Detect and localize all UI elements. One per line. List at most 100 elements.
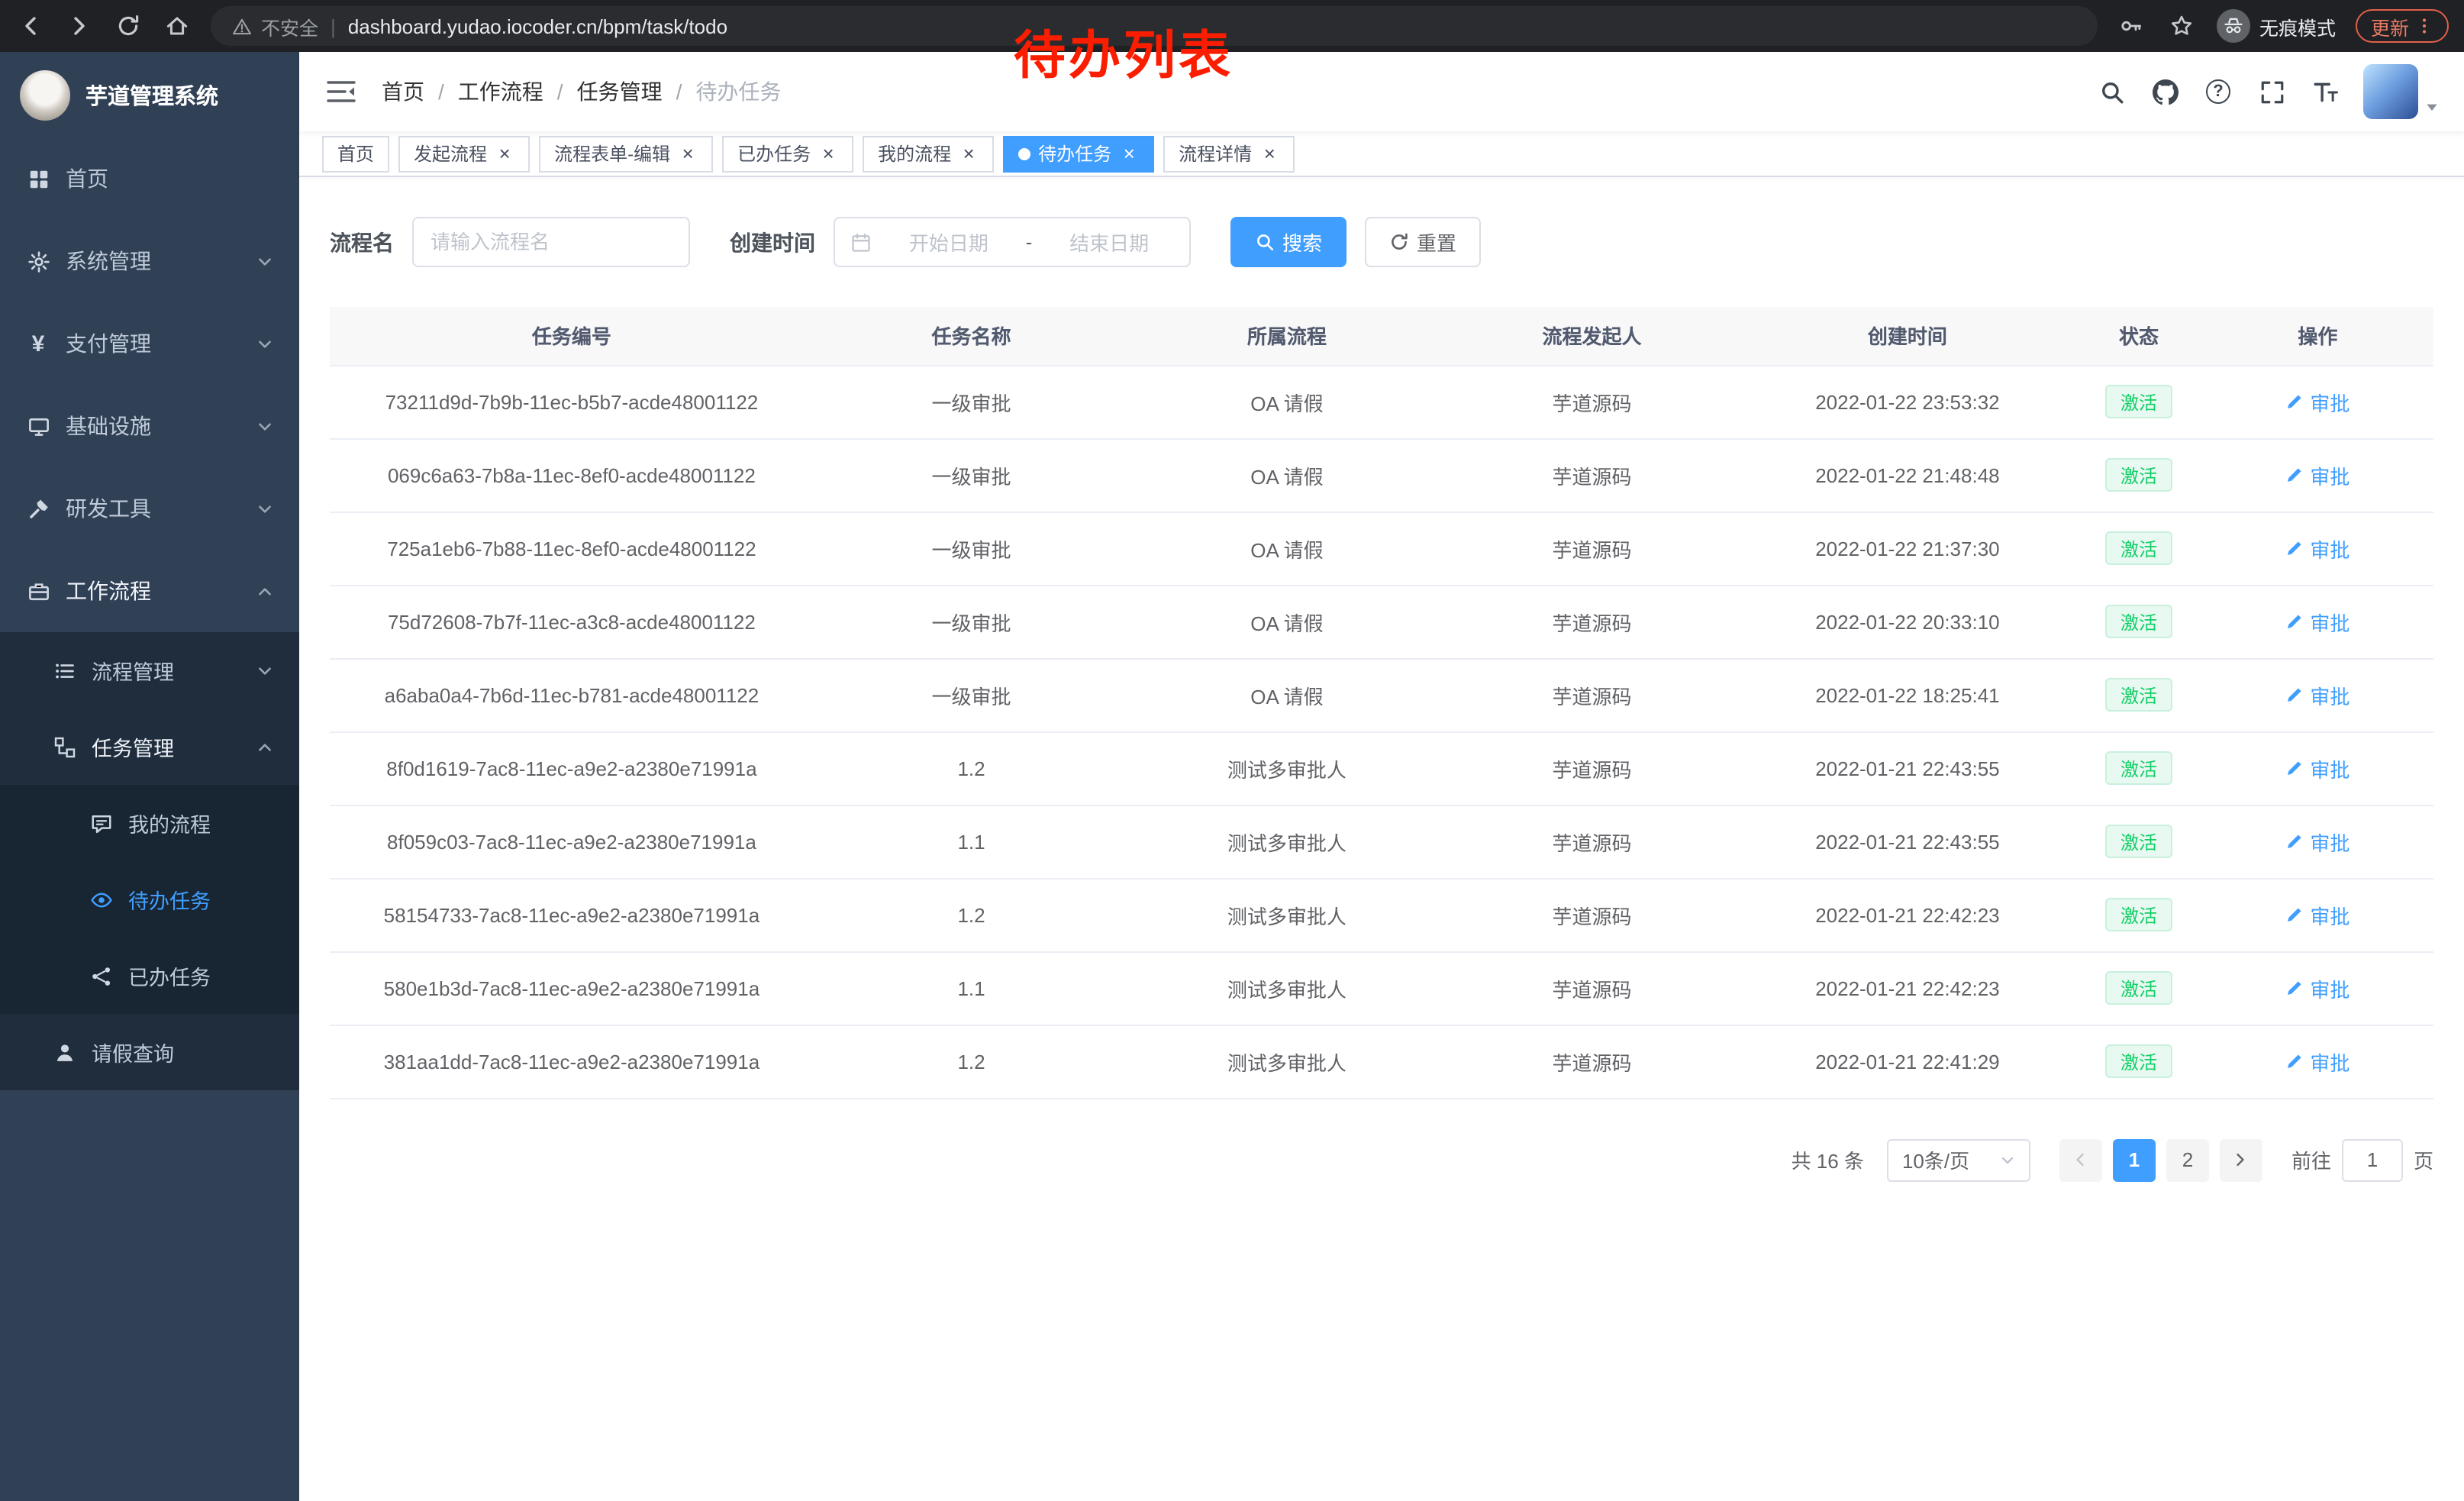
search-icon[interactable]	[2096, 76, 2127, 107]
reset-button[interactable]: 重置	[1365, 217, 1481, 267]
password-key-icon[interactable]	[2116, 11, 2146, 41]
sidebar-collapse-button[interactable]	[324, 75, 357, 108]
sidebar-item-home[interactable]: 首页	[0, 137, 299, 220]
cell-task-id: 725a1eb6-7b88-11ec-8ef0-acde48001122	[330, 512, 814, 585]
sidebar-item-workflow[interactable]: 工作流程	[0, 550, 299, 632]
sidebar-item-devtools[interactable]: 研发工具	[0, 467, 299, 550]
sidebar-item-label: 首页	[66, 163, 108, 194]
sidebar-item-label: 任务管理	[92, 731, 174, 762]
cell-status: 激活	[2075, 1025, 2201, 1098]
fullscreen-icon[interactable]	[2256, 76, 2287, 107]
approve-link[interactable]: 审批	[2285, 607, 2350, 636]
github-icon[interactable]	[2150, 76, 2180, 107]
tab-close-icon[interactable]: ×	[818, 144, 838, 163]
tab-label: 流程详情	[1179, 140, 1252, 166]
goto-page-input[interactable]	[2342, 1138, 2403, 1181]
sidebar-item-label: 支付管理	[66, 328, 151, 359]
cell-task-name: 一级审批	[814, 438, 1129, 512]
prev-page-button[interactable]	[2059, 1138, 2102, 1181]
total-count-label: 共 16 条	[1792, 1145, 1864, 1174]
page-size-select[interactable]: 10条/页	[1887, 1138, 2030, 1181]
tab-close-icon[interactable]: ×	[1259, 144, 1279, 163]
date-range-picker[interactable]: 开始日期 - 结束日期	[834, 217, 1191, 267]
tab-done-task[interactable]: 已办任务 ×	[722, 135, 853, 172]
approve-link[interactable]: 审批	[2285, 754, 2350, 783]
not-secure-indicator[interactable]: 不安全	[232, 11, 318, 40]
bookmark-star-icon[interactable]	[2166, 11, 2197, 41]
browser-home-button[interactable]	[162, 11, 192, 41]
cell-status: 激活	[2075, 951, 2201, 1025]
todo-task-table: 任务编号 任务名称 所属流程 流程发起人 创建时间 状态 操作 73211d9d…	[330, 307, 2433, 1099]
approve-link[interactable]: 审批	[2285, 680, 2350, 709]
approve-link[interactable]: 审批	[2285, 973, 2350, 1002]
cell-status: 激活	[2075, 512, 2201, 585]
cell-process: 测试多审批人	[1129, 951, 1444, 1025]
sidebar-item-infra[interactable]: 基础设施	[0, 385, 299, 467]
browser-forward-button[interactable]	[64, 11, 95, 41]
tab-todo-task[interactable]: 待办任务 ×	[1003, 135, 1154, 172]
cell-starter: 芋道源码	[1445, 658, 1740, 731]
table-row: 8f0d1619-7ac8-11ec-a9e2-a2380e71991a 1.2…	[330, 731, 2433, 805]
cell-create-time: 2022-01-21 22:42:23	[1739, 878, 2075, 951]
process-name-input[interactable]	[412, 217, 690, 267]
sidebar-item-done-task[interactable]: 已办任务	[0, 938, 299, 1014]
sidebar-item-label: 流程管理	[92, 655, 174, 686]
cell-process: OA 请假	[1129, 365, 1444, 438]
approve-link[interactable]: 审批	[2285, 1047, 2350, 1076]
page-button-2[interactable]: 2	[2166, 1138, 2209, 1181]
app-logo-row[interactable]: 芋道管理系统	[0, 52, 299, 137]
font-size-icon[interactable]	[2310, 76, 2340, 107]
browser-reload-button[interactable]	[113, 11, 144, 41]
tab-my-process[interactable]: 我的流程 ×	[863, 135, 994, 172]
cell-task-id: 580e1b3d-7ac8-11ec-a9e2-a2380e71991a	[330, 951, 814, 1025]
browser-back-button[interactable]	[15, 11, 46, 41]
sidebar-item-payment[interactable]: ¥ 支付管理	[0, 302, 299, 385]
calendar-icon	[850, 231, 872, 253]
search-button[interactable]: 搜索	[1230, 217, 1346, 267]
user-menu[interactable]	[2363, 64, 2440, 119]
sidebar-item-system[interactable]: 系统管理	[0, 220, 299, 302]
tab-close-icon[interactable]: ×	[1119, 144, 1139, 163]
breadcrumb-item[interactable]: 首页	[382, 76, 424, 107]
col-task-name: 任务名称	[814, 307, 1129, 365]
browser-update-button[interactable]: 更新	[2356, 9, 2449, 43]
approve-link[interactable]: 审批	[2285, 460, 2350, 489]
tab-form-edit[interactable]: 流程表单-编辑 ×	[539, 135, 713, 172]
address-bar[interactable]: 不安全 | dashboard.yudao.iocoder.cn/bpm/tas…	[211, 6, 2098, 46]
breadcrumb-item[interactable]: 工作流程	[458, 76, 543, 107]
chevron-down-icon	[256, 335, 273, 352]
tab-start-process[interactable]: 发起流程 ×	[398, 135, 530, 172]
edit-icon	[2285, 759, 2304, 777]
flowchart-icon	[52, 734, 76, 759]
cell-status: 激活	[2075, 658, 2201, 731]
tab-close-icon[interactable]: ×	[678, 144, 698, 163]
approve-link[interactable]: 审批	[2285, 900, 2350, 929]
table-row: 75d72608-7b7f-11ec-a3c8-acde48001122 一级审…	[330, 585, 2433, 658]
sidebar-item-leave-query[interactable]: 请假查询	[0, 1014, 299, 1090]
tab-close-icon[interactable]: ×	[959, 144, 979, 163]
tab-process-detail[interactable]: 流程详情 ×	[1163, 135, 1295, 172]
workflow-submenu: 流程管理 任务管理 我的流程 待办任务	[0, 632, 299, 1090]
tab-home[interactable]: 首页	[322, 135, 389, 172]
sidebar-item-label: 系统管理	[66, 246, 151, 276]
app-title: 芋道管理系统	[85, 79, 218, 111]
sidebar-item-todo-task[interactable]: 待办任务	[0, 861, 299, 938]
approve-link[interactable]: 审批	[2285, 827, 2350, 856]
breadcrumb-item[interactable]: 任务管理	[577, 76, 663, 107]
next-page-button[interactable]	[2220, 1138, 2262, 1181]
chevron-right-icon	[2233, 1151, 2250, 1168]
help-icon[interactable]	[2203, 76, 2233, 107]
approve-link[interactable]: 审批	[2285, 387, 2350, 416]
tab-close-icon[interactable]: ×	[495, 144, 514, 163]
search-button-label: 搜索	[1282, 228, 1322, 257]
cell-process: 测试多审批人	[1129, 731, 1444, 805]
incognito-indicator: 无痕模式	[2217, 9, 2336, 43]
cell-action: 审批	[2202, 1025, 2433, 1098]
sidebar-item-my-process[interactable]: 我的流程	[0, 785, 299, 861]
sidebar-item-label: 工作流程	[66, 576, 151, 606]
sidebar-item-task-mgmt[interactable]: 任务管理	[0, 709, 299, 785]
approve-link[interactable]: 审批	[2285, 534, 2350, 563]
sidebar-item-process-mgmt[interactable]: 流程管理	[0, 632, 299, 709]
edit-icon	[2285, 1052, 2304, 1070]
page-button-1[interactable]: 1	[2113, 1138, 2156, 1181]
